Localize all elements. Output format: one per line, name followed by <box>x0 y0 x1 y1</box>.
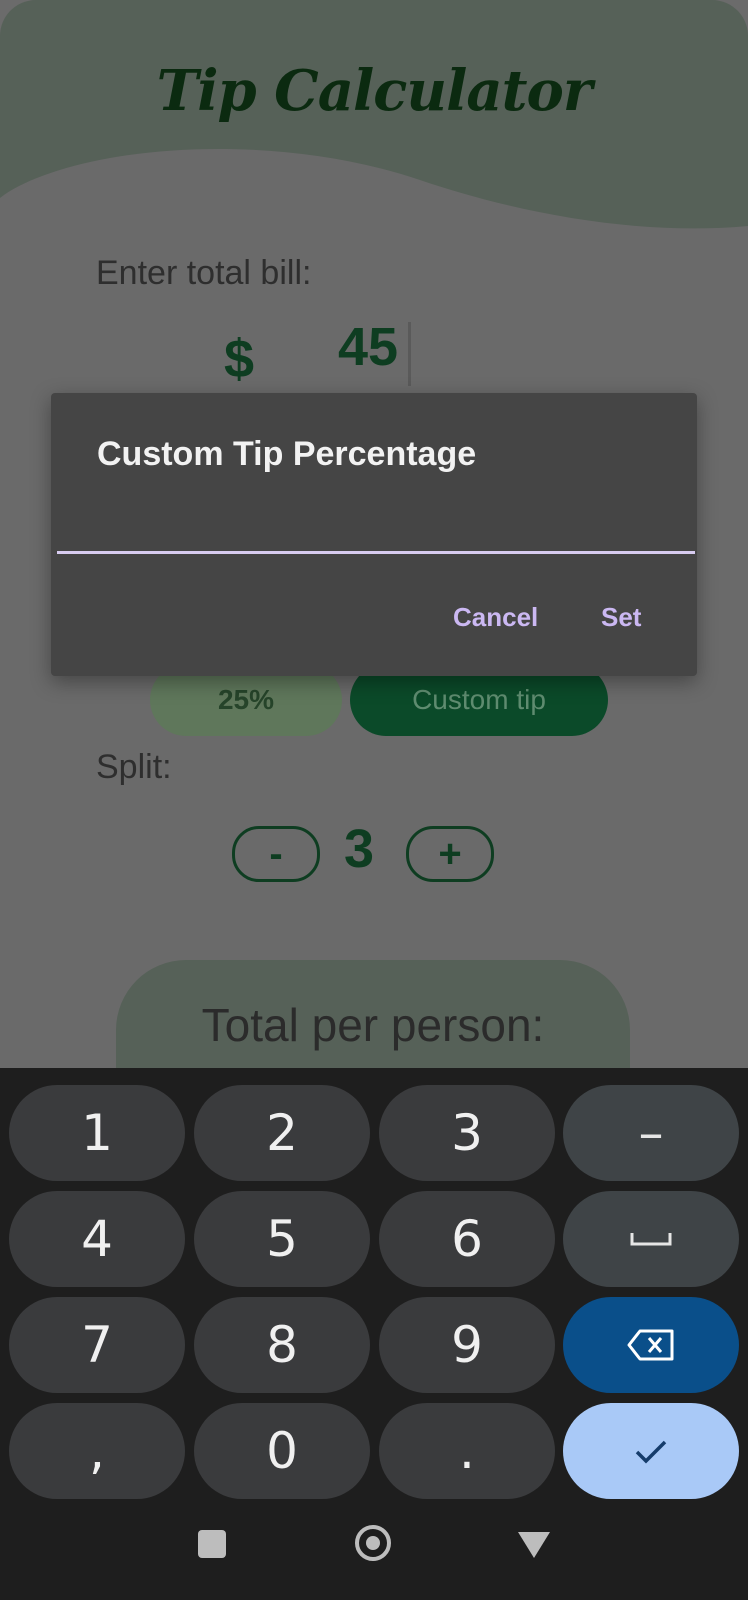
key-done[interactable] <box>563 1403 739 1499</box>
key-8[interactable]: 8 <box>194 1297 370 1393</box>
key-5[interactable]: 5 <box>194 1191 370 1287</box>
currency-symbol: $ <box>224 329 255 389</box>
back-triangle-icon[interactable] <box>518 1532 550 1558</box>
dialog-title: Custom Tip Percentage <box>97 435 477 473</box>
bill-input[interactable]: 45 <box>338 316 398 378</box>
space-icon <box>630 1233 672 1246</box>
key-minus[interactable]: – <box>563 1085 739 1181</box>
recents-square-icon[interactable] <box>198 1530 226 1558</box>
key-space[interactable] <box>563 1191 739 1287</box>
split-label: Split: <box>96 748 172 786</box>
bill-label: Enter total bill: <box>96 254 312 292</box>
split-increment-button[interactable]: + <box>406 826 494 882</box>
split-decrement-button[interactable]: - <box>232 826 320 882</box>
backspace-icon <box>627 1329 674 1361</box>
custom-tip-input[interactable] <box>57 505 695 554</box>
total-per-person-label: Total per person: <box>201 999 545 1051</box>
key-comma[interactable]: , <box>9 1403 185 1499</box>
key-0[interactable]: 0 <box>194 1403 370 1499</box>
key-3[interactable]: 3 <box>379 1085 555 1181</box>
system-navigation-bar <box>0 1500 748 1600</box>
key-7[interactable]: 7 <box>9 1297 185 1393</box>
text-caret <box>408 322 411 386</box>
cancel-button[interactable]: Cancel <box>447 601 544 634</box>
custom-tip-dialog: Custom Tip Percentage Cancel Set <box>51 393 697 676</box>
key-2[interactable]: 2 <box>194 1085 370 1181</box>
key-backspace[interactable] <box>563 1297 739 1393</box>
key-period[interactable]: . <box>379 1403 555 1499</box>
key-6[interactable]: 6 <box>379 1191 555 1287</box>
key-1[interactable]: 1 <box>9 1085 185 1181</box>
checkmark-icon <box>635 1440 667 1464</box>
key-9[interactable]: 9 <box>379 1297 555 1393</box>
home-circle-icon[interactable] <box>355 1525 391 1561</box>
set-button[interactable]: Set <box>595 601 647 634</box>
split-value: 3 <box>344 819 375 879</box>
app-title: Tip Calculator <box>156 58 593 124</box>
key-4[interactable]: 4 <box>9 1191 185 1287</box>
total-per-person-card: Total per person: <box>116 960 630 1068</box>
